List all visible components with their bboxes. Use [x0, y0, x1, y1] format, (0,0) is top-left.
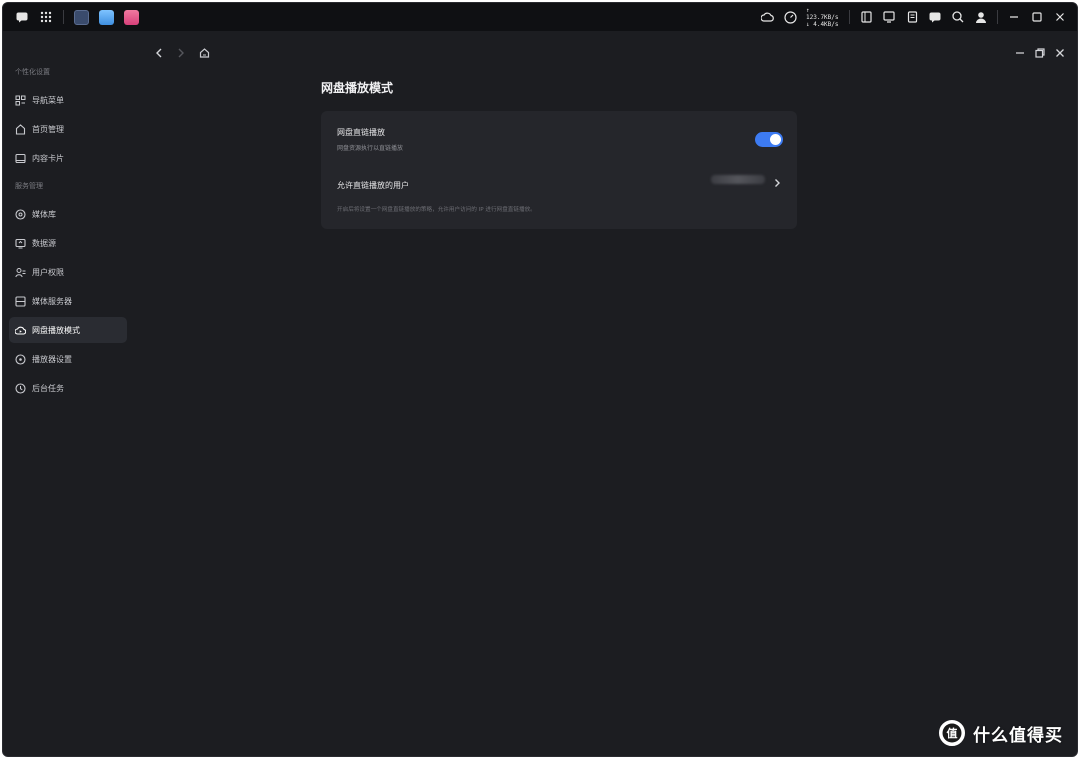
cloud-play-icon [15, 326, 26, 335]
minimize-icon[interactable] [1007, 10, 1021, 24]
direct-play-title: 网盘直链播放 [337, 128, 385, 137]
app-window: ↑ 123.7KB/s ↓ 4.4KB/s 个性化设置 导航菜单 首页管理 内容… [2, 2, 1078, 757]
sidebar-item-home-manage[interactable]: 首页管理 [9, 116, 127, 142]
datasource-icon [15, 238, 26, 248]
close-icon[interactable] [1055, 43, 1065, 62]
sidebar-item-label: 内容卡片 [32, 153, 64, 163]
divider [997, 10, 998, 24]
sidebar-item-label: 播放器设置 [32, 354, 72, 364]
divider [63, 10, 64, 24]
allowed-users-label: 允许直链播放的用户 [337, 181, 409, 190]
sidebar-item-content-card[interactable]: 内容卡片 [9, 145, 127, 171]
restore-icon[interactable] [1035, 43, 1045, 62]
sidebar-item-label: 用户权限 [32, 267, 64, 277]
allowed-users-value [711, 175, 765, 184]
watermark-logo: 值 [939, 720, 965, 746]
forward-icon[interactable] [177, 43, 185, 62]
back-icon[interactable] [155, 43, 163, 62]
svg-text:值: 值 [947, 726, 958, 740]
storage-icon[interactable] [859, 10, 873, 24]
direct-play-description: 网盘资源执行以直链播放 [337, 145, 404, 152]
allowed-users-row[interactable]: 允许直链播放的用户 [337, 173, 781, 190]
settings-card: 网盘直链播放 网盘资源执行以直链播放 允许直链播放的用户 开启后将设置一个网盘直… [321, 111, 797, 229]
sidebar-item-label: 媒体库 [32, 209, 56, 219]
sidebar-item-media-server[interactable]: 媒体服务器 [9, 288, 127, 314]
close-icon[interactable] [1053, 10, 1067, 24]
search-icon[interactable] [951, 10, 965, 24]
sidebar-item-player-settings[interactable]: 播放器设置 [9, 346, 127, 372]
users-icon [15, 267, 26, 277]
sidebar-item-nav-menu[interactable]: 导航菜单 [9, 87, 127, 113]
watermark-text: 什么值得买 [973, 725, 1063, 746]
card-icon [15, 153, 26, 163]
app-dark-icon[interactable] [74, 9, 89, 25]
cloud-sync-icon[interactable] [760, 10, 774, 24]
system-bar: ↑ 123.7KB/s ↓ 4.4KB/s [3, 3, 1077, 31]
clock-icon [15, 382, 26, 394]
gauge-icon[interactable] [783, 10, 797, 24]
sidebar-group-title: 服务管理 [15, 182, 43, 190]
sidebar-item-label: 首页管理 [32, 124, 64, 134]
server-icon [15, 295, 26, 307]
network-speed: ↑ 123.7KB/s ↓ 4.4KB/s [806, 7, 840, 28]
sidebar-item-label: 导航菜单 [32, 95, 64, 105]
watermark: 值 什么值得买 [939, 720, 1063, 746]
sidebar-item-data-source[interactable]: 数据源 [9, 230, 127, 256]
document-icon[interactable] [905, 10, 919, 24]
divider [849, 10, 850, 24]
page-title: 网盘播放模式 [321, 81, 394, 95]
net-up: ↑ 123.7KB/s [806, 6, 839, 21]
sidebar-item-label: 网盘播放模式 [32, 325, 80, 335]
sidebar: 个性化设置 导航菜单 首页管理 内容卡片 服务管理 媒体库 数据源 用户权限 媒… [9, 65, 127, 404]
monitor-icon[interactable] [882, 10, 896, 24]
window-controls [1015, 43, 1065, 62]
sidebar-item-background-tasks[interactable]: 后台任务 [9, 375, 127, 401]
sidebar-group-title: 个性化设置 [15, 68, 50, 76]
settings-note: 开启后将设置一个网盘直链播放的策略，允许用户访问的 IP 进行网盘直链播放。 [337, 207, 536, 213]
sidebar-item-label: 数据源 [32, 238, 56, 248]
minimize-icon[interactable] [1015, 43, 1025, 62]
menu-icon [15, 95, 26, 105]
app-pink-icon[interactable] [124, 9, 139, 25]
sidebar-item-cloud-play-mode[interactable]: 网盘播放模式 [9, 317, 127, 343]
nav-arrows [155, 43, 210, 62]
apps-grid-icon[interactable] [39, 10, 53, 24]
sidebar-item-label: 媒体服务器 [32, 296, 72, 306]
home-icon [15, 123, 26, 135]
sidebar-item-media-library[interactable]: 媒体库 [9, 201, 127, 227]
player-icon [15, 353, 26, 365]
direct-play-toggle[interactable] [755, 132, 783, 147]
media-icon [15, 208, 26, 220]
user-icon[interactable] [974, 10, 988, 24]
app-sky-icon[interactable] [99, 9, 114, 25]
net-down: ↓ 4.4KB/s [806, 20, 839, 28]
home-icon[interactable] [199, 43, 210, 62]
chat-icon[interactable] [15, 10, 29, 24]
maximize-icon[interactable] [1030, 10, 1044, 24]
chevron-right-icon [774, 173, 781, 192]
sidebar-item-label: 后台任务 [32, 383, 64, 393]
message-icon[interactable] [928, 10, 942, 24]
sidebar-item-user-permissions[interactable]: 用户权限 [9, 259, 127, 285]
toggle-knob [770, 134, 781, 145]
